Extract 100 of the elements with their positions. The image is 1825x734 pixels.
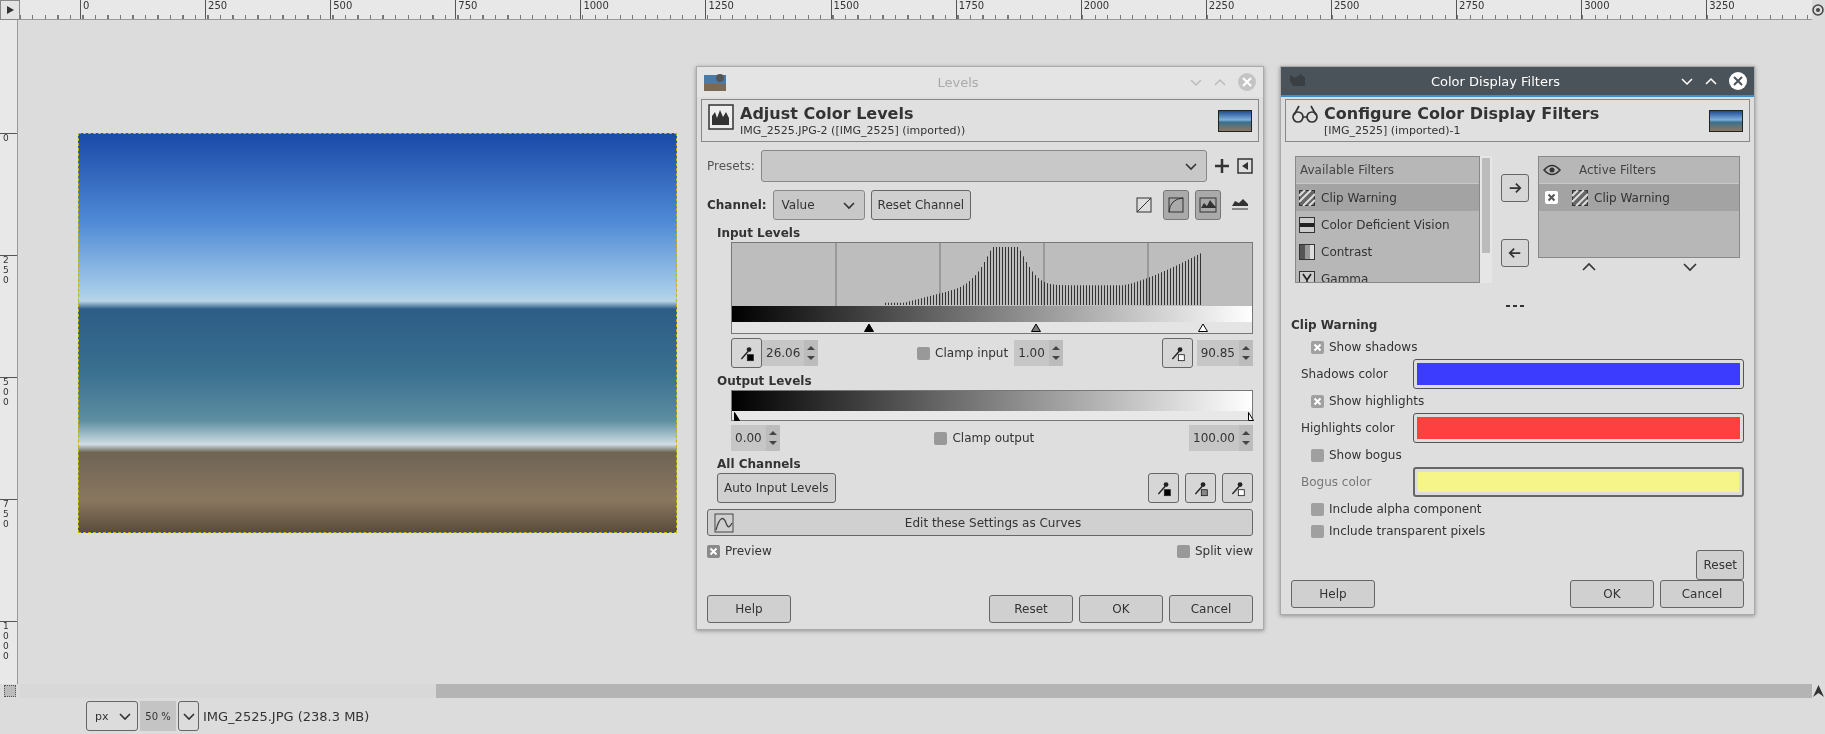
scrollbar[interactable] (1480, 156, 1493, 283)
color-picker-button[interactable] (1148, 473, 1179, 503)
quick-mask-toggle[interactable] (4, 685, 16, 697)
input-level-slider[interactable] (732, 322, 1252, 333)
reset-button[interactable]: Reset (1696, 550, 1744, 580)
checkbox-label: Split view (1194, 544, 1253, 558)
output-level-slider[interactable] (732, 411, 1252, 420)
list-item[interactable]: Color Deficient Vision (1296, 211, 1480, 238)
ruler-label: 1000 (583, 0, 609, 12)
checkbox[interactable] (1311, 448, 1324, 462)
checkbox[interactable] (1311, 394, 1324, 408)
checkbox-label: Include transparent pixels (1329, 524, 1486, 538)
image-thumbnail-icon (703, 72, 727, 92)
unit-dropdown[interactable]: px (86, 701, 138, 731)
checkbox[interactable] (1176, 544, 1190, 558)
checkbox[interactable] (917, 346, 931, 360)
number-field[interactable]: 1.00 (1014, 340, 1049, 366)
dialog-button[interactable]: Help (707, 595, 791, 623)
reset-channel-button[interactable]: Reset Channel (870, 190, 972, 220)
plus-icon[interactable] (1213, 157, 1231, 175)
dialog-heading: Adjust Color Levels (740, 104, 915, 123)
navigation-icon[interactable] (1812, 4, 1824, 16)
number-field[interactable]: 26.06 (762, 340, 805, 366)
checkbox-label: Include alpha component (1329, 502, 1482, 516)
dialog-button[interactable]: Help (1291, 580, 1375, 608)
histogram-toggle[interactable] (1195, 190, 1221, 220)
dialog-button[interactable]: OK (1570, 580, 1654, 608)
list-item[interactable]: Gamma (1296, 265, 1480, 282)
number-field[interactable]: 0.00 (731, 425, 766, 451)
clip-filter-icon (1572, 189, 1588, 206)
arrow-left-icon (1508, 245, 1523, 261)
dialog-heading: Configure Color Display Filters (1324, 104, 1601, 123)
spin-buttons[interactable] (1239, 340, 1253, 366)
logarithmic-icon (1167, 196, 1185, 214)
list-item[interactable]: Clip Warning (1296, 184, 1480, 211)
active-filter-list[interactable]: Active Filters Clip Warning (1538, 156, 1740, 258)
ruler-label: 250 (208, 0, 228, 12)
dialog-button[interactable]: Reset (989, 595, 1073, 623)
ruler-label: 500 (333, 0, 353, 12)
dialog-title: Color Display Filters (1429, 73, 1562, 89)
close-icon[interactable] (1728, 71, 1748, 91)
checkbox[interactable] (1311, 524, 1324, 538)
checkbox[interactable] (1311, 340, 1324, 354)
scrollbar-thumb[interactable] (436, 684, 1812, 698)
color-picker-button[interactable] (1185, 473, 1216, 503)
move-down-icon[interactable] (1681, 262, 1698, 272)
zoom-dropdown-button[interactable] (178, 701, 199, 731)
list-item[interactable]: Contrast (1296, 238, 1480, 265)
minimize-icon[interactable] (1680, 75, 1694, 87)
checkbox[interactable] (1545, 191, 1558, 204)
maximize-icon[interactable] (1704, 75, 1718, 87)
ruler-label: 1500 (833, 0, 859, 12)
list-item[interactable]: Clip Warning (1539, 184, 1739, 211)
section-heading: Clip Warning (1291, 318, 1379, 332)
ruler-label: 0 (83, 0, 90, 12)
ruler-label: 750 (458, 0, 478, 12)
zoom-field[interactable]: 50 % (140, 701, 176, 731)
logarithmic-toggle[interactable] (1163, 190, 1189, 220)
ruler-label: 2750 (1459, 0, 1485, 12)
color-label: Bogus color (1301, 475, 1373, 489)
edit-as-curves-button[interactable]: Edit these Settings as Curves (707, 509, 1253, 536)
color-picker-button[interactable] (1222, 473, 1253, 503)
channel-dropdown[interactable]: Value (772, 190, 865, 220)
auto-input-levels-button[interactable]: Auto Input Levels (717, 473, 836, 503)
dialog-button[interactable]: Cancel (1660, 580, 1744, 608)
section-heading: Output Levels (717, 374, 813, 388)
ruler-label: 1000 (3, 622, 10, 662)
checkbox[interactable] (707, 544, 720, 558)
section-heading: Input Levels (717, 226, 802, 240)
chevron-down-icon (841, 199, 856, 211)
color-picker-button[interactable] (731, 338, 762, 368)
number-field[interactable]: 90.85 (1196, 340, 1239, 366)
move-up-icon[interactable] (1580, 262, 1597, 272)
checkbox[interactable] (934, 431, 948, 445)
ruler-label: 2250 (1208, 0, 1235, 12)
gamma-filter-icon (1299, 270, 1315, 282)
chevron-down-icon (1184, 160, 1198, 172)
checkbox-label: Clamp output (952, 431, 1035, 445)
channel-label: Channel: (707, 198, 767, 212)
remove-filter-button[interactable] (1501, 239, 1530, 267)
dialog-button[interactable]: Cancel (1169, 595, 1253, 623)
spin-buttons[interactable] (1239, 425, 1253, 451)
ruler-label: 1250 (708, 0, 734, 12)
ruler-label: 250 (3, 256, 10, 286)
filter-list[interactable]: Available Filters Clip Warning Color Deficient Vision Contrast Gamma (1295, 156, 1481, 283)
slider-handle[interactable] (1246, 412, 1256, 421)
checkbox-label: Show highlights (1329, 394, 1425, 408)
checkbox-label: Show bogus (1329, 448, 1402, 462)
ruler-corner-button[interactable] (0, 0, 20, 20)
triangle-icon (5, 5, 15, 15)
glasses-icon (1292, 104, 1318, 124)
color-picker-button[interactable] (1161, 338, 1193, 368)
number-field[interactable]: 100.00 (1189, 425, 1239, 451)
add-filter-button[interactable] (1501, 174, 1530, 202)
status-text: IMG_2525.JPG (238.3 MB) (203, 708, 370, 724)
spin-buttons[interactable] (804, 340, 819, 366)
dialog-button[interactable]: OK (1079, 595, 1163, 623)
dialog-subtitle: [IMG_2525] (imported)-1 (1324, 124, 1462, 137)
vision-filter-icon (1299, 216, 1315, 233)
checkbox[interactable] (1311, 502, 1324, 516)
